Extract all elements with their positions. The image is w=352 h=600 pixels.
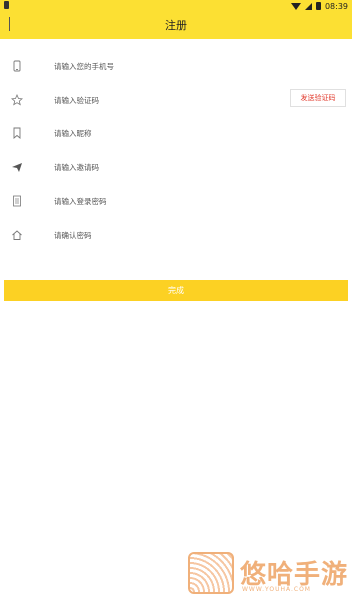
nickname-input[interactable] (54, 125, 264, 141)
app-header: 注册 (0, 12, 352, 39)
notification-icon (4, 1, 9, 9)
signal-icon (304, 2, 312, 10)
confirm-password-row (0, 218, 352, 252)
battery-icon (315, 2, 321, 10)
code-input[interactable] (54, 92, 264, 108)
phone-input[interactable] (54, 58, 264, 74)
confirm-password-input[interactable] (54, 227, 264, 243)
send-icon (12, 163, 22, 172)
star-icon (11, 93, 23, 106)
watermark-url: WWW.YOUHA.COM (242, 586, 311, 593)
send-code-button[interactable]: 发送验证码 (290, 89, 346, 107)
confirm-button[interactable]: 完成 (4, 280, 348, 301)
invite-row (0, 150, 352, 184)
watermark: 悠哈手游 WWW.YOUHA.COM (184, 550, 352, 600)
password-input[interactable] (54, 193, 264, 209)
status-time: 08:39 (324, 1, 348, 11)
nickname-row (0, 116, 352, 150)
phone-row (0, 49, 352, 83)
document-icon (13, 195, 21, 207)
bookmark-icon (13, 127, 21, 139)
home-icon (12, 230, 22, 240)
password-row (0, 184, 352, 218)
invite-input[interactable] (54, 159, 264, 175)
watermark-logo-icon (188, 552, 234, 594)
page-title: 注册 (165, 19, 187, 32)
status-bar: 08:39 (0, 0, 352, 12)
wifi-icon (290, 2, 301, 10)
phone-icon (13, 60, 21, 72)
